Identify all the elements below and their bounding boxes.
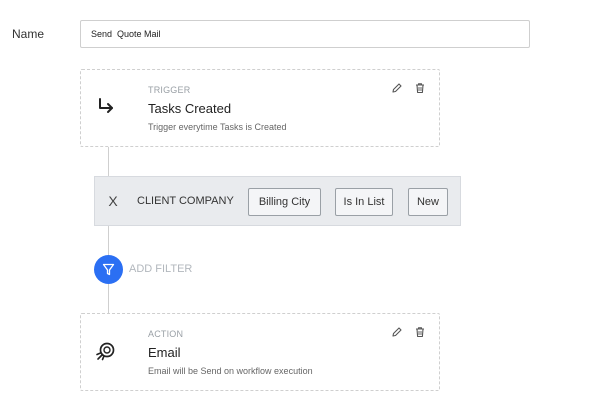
action-kind-label: ACTION xyxy=(148,329,184,339)
workflow-editor: Name TRIGGER Tasks Created Trigger every… xyxy=(0,0,608,406)
trigger-card[interactable]: TRIGGER Tasks Created Trigger everytime … xyxy=(80,69,440,147)
filter-attribute-chip[interactable]: Billing City xyxy=(248,188,321,216)
email-send-icon xyxy=(96,342,115,361)
connector-line xyxy=(108,147,109,176)
remove-filter-button[interactable]: X xyxy=(105,192,121,210)
name-label: Name xyxy=(12,27,45,41)
action-description: Email will be Send on workflow execution xyxy=(148,366,313,376)
pencil-icon[interactable] xyxy=(391,82,403,94)
filter-value-chip[interactable]: New xyxy=(408,188,448,216)
funnel-icon xyxy=(102,263,115,276)
filter-field-label: CLIENT COMPANY xyxy=(137,195,234,207)
trigger-description: Trigger everytime Tasks is Created xyxy=(148,122,287,132)
filter-operator-chip[interactable]: Is In List xyxy=(335,188,393,216)
trigger-title: Tasks Created xyxy=(148,101,232,116)
connector-line xyxy=(108,226,109,257)
action-card[interactable]: ACTION Email Email will be Send on workf… xyxy=(80,313,440,391)
trash-icon[interactable] xyxy=(414,82,426,94)
add-filter-label[interactable]: ADD FILTER xyxy=(129,263,192,275)
trigger-kind-label: TRIGGER xyxy=(148,85,191,95)
add-filter-circle[interactable] xyxy=(94,255,123,284)
pencil-icon[interactable] xyxy=(391,326,403,338)
arrow-turn-right-icon xyxy=(99,98,113,113)
name-input[interactable] xyxy=(80,20,530,48)
filter-row: X CLIENT COMPANY Billing City Is In List… xyxy=(94,176,461,226)
trash-icon[interactable] xyxy=(414,326,426,338)
connector-line xyxy=(108,284,109,313)
action-title: Email xyxy=(148,345,181,360)
